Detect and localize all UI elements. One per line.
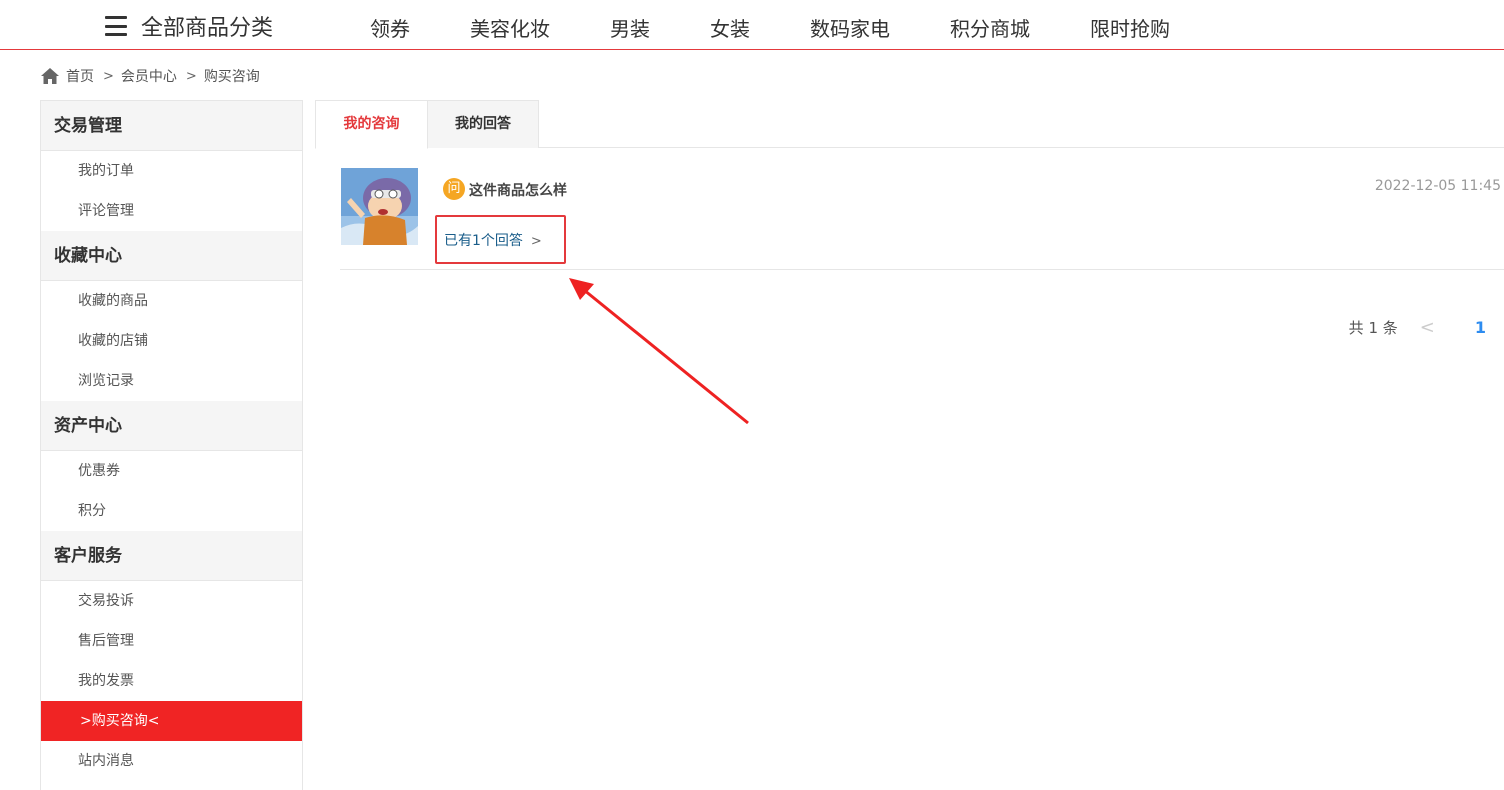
menu-icon [105, 16, 127, 36]
question-icon: 问 [443, 178, 465, 200]
all-categories-label: 全部商品分类 [141, 16, 274, 41]
breadcrumb-current: 购买咨询 [203, 69, 260, 85]
sidebar-item-my-orders[interactable]: 我的订单 [41, 151, 302, 191]
tab-my-questions[interactable]: 我的咨询 [315, 100, 428, 149]
sidebar-item-invoices[interactable]: 我的发票 [41, 661, 302, 701]
highlight-box [435, 215, 566, 264]
prev-page-button[interactable]: < [1420, 317, 1435, 338]
sidebar-item-points[interactable]: 积分 [41, 491, 302, 531]
sidebar-group-title: 客户服务 [41, 531, 302, 581]
nav-item-beauty[interactable]: 美容化妆 [470, 13, 550, 42]
consult-tabs: 我的回答 我的咨询 [315, 100, 1504, 149]
breadcrumb-home[interactable]: 首页 [66, 66, 94, 86]
breadcrumb-separator: > [103, 68, 114, 84]
sidebar-group-title: 交易管理 [41, 101, 302, 151]
sidebar-item-purchase-consult[interactable]: >购买咨询< [41, 701, 302, 741]
question-text[interactable]: 这件商品怎么样 [469, 180, 567, 200]
sidebar-item-fav-products[interactable]: 收藏的商品 [41, 281, 302, 321]
sidebar-item-fav-shops[interactable]: 收藏的店铺 [41, 321, 302, 361]
sidebar-item-messages[interactable]: 站内消息 [41, 741, 302, 781]
breadcrumb-member-center[interactable]: 会员中心 [121, 66, 177, 86]
sidebar: 交易管理 我的订单 评论管理 收藏中心 收藏的商品 收藏的店铺 浏览记录 资产中… [40, 100, 303, 790]
home-icon [41, 68, 59, 84]
nav-item-flash-sale[interactable]: 限时抢购 [1090, 13, 1170, 42]
nav-item-electronics[interactable]: 数码家电 [810, 13, 890, 42]
nav-item-womenswear[interactable]: 女装 [710, 13, 750, 42]
page-number-current[interactable]: 1 [1475, 318, 1486, 337]
all-categories-button[interactable]: 全部商品分类 [105, 10, 273, 42]
total-count: 共 1 条 [1348, 319, 1398, 337]
avatar [341, 168, 418, 245]
breadcrumb: 首页 > 会员中心 > 购买咨询 [40, 66, 260, 86]
sidebar-item-coupons[interactable]: 优惠券 [41, 451, 302, 491]
pagination: 共 1 条 < 1 [1349, 317, 1486, 338]
sidebar-group-title: 收藏中心 [41, 231, 302, 281]
top-nav: 全部商品分类 领券 美容化妆 男装 女装 数码家电 积分商城 限时抢购 [0, 0, 1504, 50]
sidebar-item-history[interactable]: 浏览记录 [41, 361, 302, 401]
sidebar-item-complaints[interactable]: 交易投诉 [41, 581, 302, 621]
breadcrumb-separator: > [185, 68, 197, 84]
sidebar-group-title: 资产中心 [41, 401, 302, 451]
sidebar-item-after-sales[interactable]: 售后管理 [41, 621, 302, 661]
question-timestamp: 2022-12-05 11:45 [1374, 178, 1501, 194]
sidebar-item-reviews[interactable]: 评论管理 [41, 191, 302, 231]
nav-item-menswear[interactable]: 男装 [610, 13, 650, 42]
nav-item-coupons[interactable]: 领券 [370, 13, 410, 42]
tab-my-answers[interactable]: 我的回答 [427, 100, 539, 148]
nav-item-points-mall[interactable]: 积分商城 [950, 13, 1030, 42]
